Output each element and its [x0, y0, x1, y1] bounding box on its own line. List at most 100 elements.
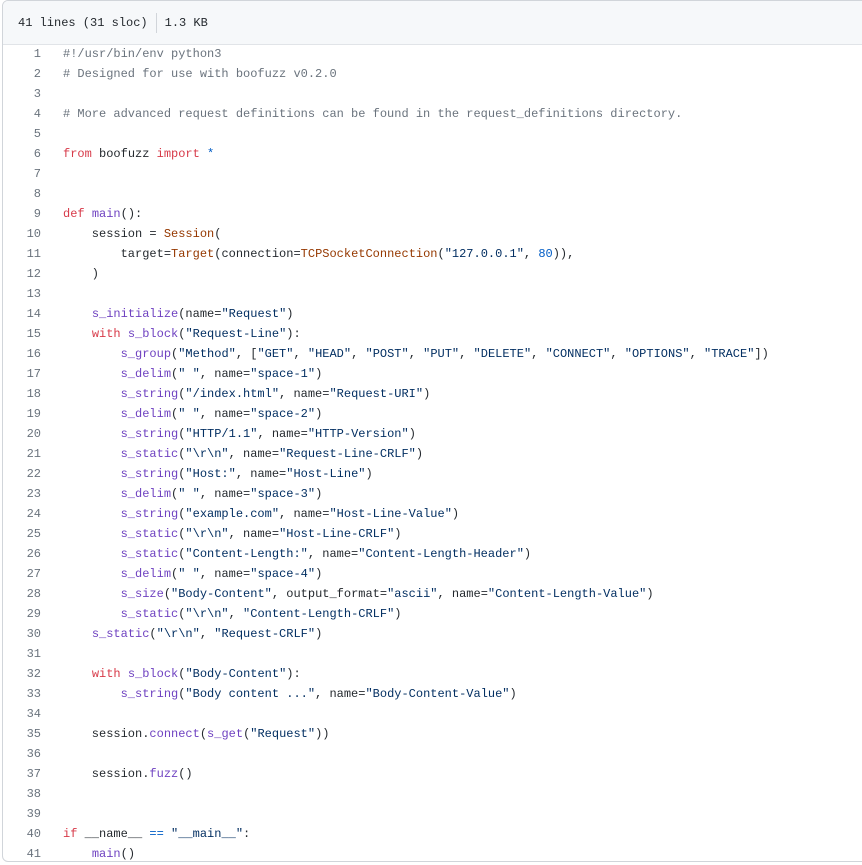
divider [155, 12, 157, 33]
line-number[interactable]: 38 [3, 784, 63, 804]
code-token: "Host-Line-CRLF" [279, 527, 395, 541]
line-number[interactable]: 41 [3, 844, 63, 861]
line-number[interactable]: 5 [3, 124, 63, 144]
code-token: , name= [279, 507, 330, 521]
code-token: ) [315, 487, 323, 501]
code-token: "\r\n" [185, 607, 229, 621]
code-token: "Content-Length-Value" [487, 587, 647, 601]
line-number[interactable]: 3 [3, 84, 63, 104]
line-number[interactable]: 20 [3, 424, 63, 444]
code-token: ) [315, 567, 323, 581]
code-line: 19 s_delim(" ", name="space-2") [3, 404, 862, 424]
line-number[interactable]: 23 [3, 484, 63, 504]
code-token: ) [63, 267, 100, 281]
line-number[interactable]: 24 [3, 504, 63, 524]
line-number[interactable]: 37 [3, 764, 63, 784]
code-line: 5 [3, 124, 862, 144]
code-line: 17 s_delim(" ", name="space-1") [3, 364, 862, 384]
code-token: "HTTP-Version" [307, 427, 409, 441]
code-line: 31 [3, 644, 862, 664]
line-number[interactable]: 40 [3, 824, 63, 844]
line-number[interactable]: 2 [3, 64, 63, 84]
code-token: ) [423, 387, 431, 401]
line-code: s_group("Method", ["GET", "HEAD", "POST"… [63, 344, 769, 364]
code-token: fuzz [149, 767, 179, 781]
line-code: s_delim(" ", name="space-1") [63, 364, 323, 384]
code-token: ) [394, 607, 402, 621]
line-number[interactable]: 15 [3, 324, 63, 344]
line-number[interactable]: 10 [3, 224, 63, 244]
line-number[interactable]: 9 [3, 204, 63, 224]
line-code: # Designed for use with boofuzz v0.2.0 [63, 64, 337, 84]
code-token: ) [509, 687, 517, 701]
line-number[interactable]: 14 [3, 304, 63, 324]
code-token: s_string [120, 467, 179, 481]
line-number[interactable]: 17 [3, 364, 63, 384]
line-number[interactable]: 32 [3, 664, 63, 684]
line-code: from boofuzz import * [63, 144, 214, 164]
code-token: s_static [120, 447, 179, 461]
line-number[interactable]: 21 [3, 444, 63, 464]
code-token: with [91, 667, 121, 681]
code-token: s_initialize [91, 307, 179, 321]
line-count: 41 lines (31 sloc) [18, 15, 148, 30]
line-number[interactable]: 31 [3, 644, 63, 664]
code-token: "GET" [257, 347, 294, 361]
code-token: == [149, 827, 164, 841]
code-token: "DELETE" [473, 347, 532, 361]
line-number[interactable]: 28 [3, 584, 63, 604]
code-token: "__main__" [171, 827, 244, 841]
code-line: 35 session.connect(s_get("Request")) [3, 724, 862, 744]
file-size: 1.3 KB [164, 15, 208, 30]
line-number[interactable]: 30 [3, 624, 63, 644]
code-token: , [228, 607, 244, 621]
code-token: "CONNECT" [545, 347, 611, 361]
line-number[interactable]: 27 [3, 564, 63, 584]
line-code: s_initialize(name="Request") [63, 304, 294, 324]
code-line: 27 s_delim(" ", name="space-4") [3, 564, 862, 584]
line-number[interactable]: 18 [3, 384, 63, 404]
line-number[interactable]: 13 [3, 284, 63, 304]
code-line: 36 [3, 744, 862, 764]
line-number[interactable]: 35 [3, 724, 63, 744]
code-token: "Request-Line-CRLF" [279, 447, 416, 461]
line-number[interactable]: 6 [3, 144, 63, 164]
line-number[interactable]: 34 [3, 704, 63, 724]
code-token: s_delim [120, 367, 172, 381]
code-token: , name= [315, 687, 366, 701]
line-number[interactable]: 36 [3, 744, 63, 764]
line-number[interactable]: 7 [3, 164, 63, 184]
line-number[interactable]: 39 [3, 804, 63, 824]
line-number[interactable]: 8 [3, 184, 63, 204]
line-number[interactable]: 12 [3, 264, 63, 284]
line-number[interactable]: 22 [3, 464, 63, 484]
line-number[interactable]: 33 [3, 684, 63, 704]
line-number[interactable]: 11 [3, 244, 63, 264]
code-token: "space-1" [250, 367, 316, 381]
line-code: #!/usr/bin/env python3 [63, 44, 221, 64]
code-token: "\r\n" [185, 447, 229, 461]
line-number[interactable]: 19 [3, 404, 63, 424]
line-number[interactable]: 16 [3, 344, 63, 364]
code-token: , output_format= [271, 587, 388, 601]
code-token: s_string [120, 507, 179, 521]
line-number[interactable]: 29 [3, 604, 63, 624]
line-number[interactable]: 4 [3, 104, 63, 124]
line-code: s_string("Host:", name="Host-Line") [63, 464, 373, 484]
code-token: s_static [120, 607, 179, 621]
line-code: if __name__ == "__main__": [63, 824, 250, 844]
code-token: main [91, 847, 121, 861]
line-number[interactable]: 25 [3, 524, 63, 544]
code-token: )) [315, 727, 330, 741]
code-line: 16 s_group("Method", ["GET", "HEAD", "PO… [3, 344, 862, 364]
line-number[interactable]: 1 [3, 44, 63, 64]
line-number[interactable]: 26 [3, 544, 63, 564]
